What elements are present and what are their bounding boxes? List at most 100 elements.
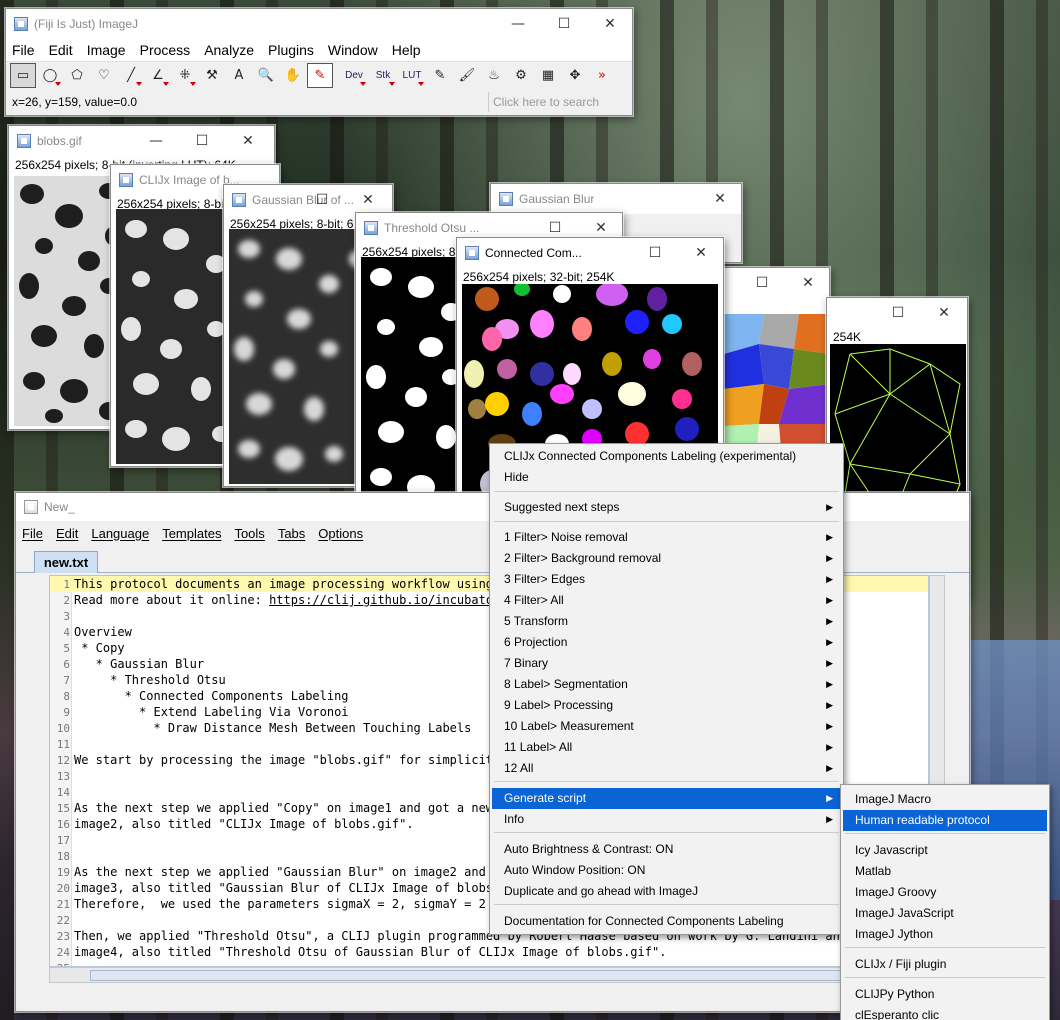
close-icon[interactable]: ✕ [345, 185, 391, 215]
close-icon[interactable]: ✕ [225, 126, 271, 156]
tool-lut-menu[interactable]: LUT [398, 63, 426, 88]
close-icon[interactable]: ✕ [587, 9, 633, 39]
maximize-icon[interactable]: ☐ [541, 9, 587, 39]
submenu-item-human-readable-protocol[interactable]: Human readable protocol [843, 810, 1047, 831]
maximize-icon[interactable]: ☐ [739, 268, 785, 298]
menu-item-auto-window-position-on[interactable]: Auto Window Position: ON [492, 860, 841, 881]
oval-tool-icon[interactable]: ◯ [37, 63, 63, 88]
editor-menu-tabs[interactable]: Tabs [278, 526, 305, 541]
menu-item-6-projection[interactable]: 6 Projection ▶ [492, 632, 841, 653]
menu-help[interactable]: Help [392, 42, 421, 58]
close-icon[interactable]: ✕ [785, 268, 831, 298]
menu-window[interactable]: Window [328, 42, 378, 58]
maximize-icon[interactable]: ☐ [632, 238, 678, 268]
close-icon[interactable]: ✕ [921, 298, 967, 328]
gaussian-titlebar[interactable]: Gaussian Blur of ... ☐ ✕ [224, 185, 392, 215]
tool-dev-menu[interactable]: Dev [340, 63, 368, 88]
gaussian-dialog-titlebar[interactable]: Gaussian Blur ✕ [491, 184, 741, 214]
close-icon[interactable]: ✕ [678, 238, 724, 268]
minimize-icon[interactable]: — [495, 9, 541, 39]
brush-tool-icon[interactable]: 🖌 [454, 63, 480, 88]
editor-menu-language[interactable]: Language [91, 526, 149, 541]
editor-menu-edit[interactable]: Edit [56, 526, 78, 541]
hand-tool-icon[interactable]: ✋ [280, 63, 306, 88]
close-icon[interactable]: ✕ [697, 184, 743, 214]
move-icon[interactable]: ✥ [562, 63, 588, 88]
menu-edit[interactable]: Edit [49, 42, 73, 58]
minimize-icon[interactable]: — [133, 126, 179, 156]
submenu-item-imagej-javascript[interactable]: ImageJ JavaScript [843, 903, 1047, 924]
search-field[interactable]: Click here to search [488, 92, 626, 112]
point-tool-icon[interactable]: ⁜ [172, 63, 198, 88]
editor-menu-tools[interactable]: Tools [234, 526, 264, 541]
rectangle-tool-icon[interactable]: ▭ [10, 63, 36, 88]
threshold-image[interactable] [361, 257, 466, 512]
menu-item-hide[interactable]: Hide [492, 467, 841, 488]
menu-item-clijx-connected-components-labeling-experimental[interactable]: CLIJx Connected Components Labeling (exp… [492, 446, 841, 467]
menu-item-1-filter-noise-removal[interactable]: 1 Filter> Noise removal ▶ [492, 527, 841, 548]
imagej-titlebar[interactable]: (Fiji Is Just) ImageJ — ☐ ✕ [6, 9, 632, 39]
menu-plugins[interactable]: Plugins [268, 42, 314, 58]
menu-item-documentation-for-connected-components-labeling[interactable]: Documentation for Connected Components L… [492, 911, 841, 932]
editor-menu-file[interactable]: File [22, 526, 43, 541]
line-number: 21 [56, 898, 70, 911]
submenu-item-matlab[interactable]: Matlab [843, 861, 1047, 882]
url-link[interactable]: https://clij.github.io/incubator/ [269, 593, 507, 607]
flood-fill-tool-icon[interactable]: ♨ [481, 63, 507, 88]
color-picker-icon[interactable]: ✎ [307, 63, 333, 88]
menu-item-4-filter-all[interactable]: 4 Filter> All ▶ [492, 590, 841, 611]
submenu-item-imagej-groovy[interactable]: ImageJ Groovy [843, 882, 1047, 903]
code-line[interactable]: 24 image4, also titled "Threshold Otsu of… [50, 944, 928, 960]
lut-icon[interactable]: ▦ [535, 63, 561, 88]
menu-image[interactable]: Image [87, 42, 126, 58]
menu-item-12-all[interactable]: 12 All ▶ [492, 758, 841, 779]
submenu-item-icy-javascript[interactable]: Icy Javascript [843, 840, 1047, 861]
connected-titlebar[interactable]: Connected Com... ☐ ✕ [457, 238, 723, 268]
menu-item-5-transform[interactable]: 5 Transform ▶ [492, 611, 841, 632]
more-tools-icon[interactable]: » [589, 63, 615, 88]
submenu-item-clijx-fiji-plugin[interactable]: CLIJx / Fiji plugin [843, 954, 1047, 975]
maximize-icon[interactable]: ☐ [299, 185, 345, 215]
voronoi-titlebar[interactable]: ☐ ✕ [719, 268, 829, 298]
menu-item-2-filter-background-removal[interactable]: 2 Filter> Background removal ▶ [492, 548, 841, 569]
menu-item-info[interactable]: Info ▶ [492, 809, 841, 830]
angle-tool-icon[interactable]: ∠ [145, 63, 171, 88]
menu-item-8-label-segmentation[interactable]: 8 Label> Segmentation ▶ [492, 674, 841, 695]
editor-menu-templates[interactable]: Templates [162, 526, 221, 541]
menu-analyze[interactable]: Analyze [204, 42, 254, 58]
tab-new-txt[interactable]: new.txt [34, 551, 98, 573]
menu-process[interactable]: Process [140, 42, 191, 58]
menu-file[interactable]: File [12, 42, 35, 58]
menu-item-duplicate-and-go-ahead-with-imagej[interactable]: Duplicate and go ahead with ImageJ [492, 881, 841, 902]
submenu-item-imagej-jython[interactable]: ImageJ Jython [843, 924, 1047, 945]
text-tool-icon[interactable]: A [226, 63, 252, 88]
horizontal-scrollbar[interactable] [49, 967, 929, 983]
menu-item-11-label-all[interactable]: 11 Label> All ▶ [492, 737, 841, 758]
submenu-item-imagej-macro[interactable]: ImageJ Macro [843, 789, 1047, 810]
menu-item-10-label-measurement[interactable]: 10 Label> Measurement ▶ [492, 716, 841, 737]
mesh-titlebar[interactable]: ☐ ✕ [827, 298, 967, 328]
pencil-tool-icon[interactable]: ✎ [427, 63, 453, 88]
menu-item-suggested-next-steps[interactable]: Suggested next steps ▶ [492, 497, 841, 518]
dropdown-indicator [190, 82, 196, 86]
blobs-titlebar[interactable]: blobs.gif — ☐ ✕ [9, 126, 274, 156]
maximize-icon[interactable]: ☐ [875, 298, 921, 328]
submenu-item-clijpy-python[interactable]: CLIJPy Python [843, 984, 1047, 1005]
tool-stk-menu[interactable]: Stk [369, 63, 397, 88]
polygon-tool-icon[interactable]: ⬠ [64, 63, 90, 88]
scroll-thumb[interactable] [90, 970, 850, 981]
menu-item-generate-script[interactable]: Generate script ▶ [492, 788, 841, 809]
submenu-item-clesperanto-clic[interactable]: clEsperanto clic [843, 1005, 1047, 1020]
editor-menu-options[interactable]: Options [318, 526, 363, 541]
freehand-tool-icon[interactable]: ♡ [91, 63, 117, 88]
menu-item-3-filter-edges[interactable]: 3 Filter> Edges ▶ [492, 569, 841, 590]
menu-item-7-binary[interactable]: 7 Binary ▶ [492, 653, 841, 674]
maximize-icon[interactable]: ☐ [179, 126, 225, 156]
menu-item-auto-brightness-contrast-on[interactable]: Auto Brightness & Contrast: ON [492, 839, 841, 860]
line-tool-icon[interactable]: ╱ [118, 63, 144, 88]
zoom-tool-icon[interactable]: 🔍 [253, 63, 279, 88]
wand-tool-icon[interactable]: ⚒ [199, 63, 225, 88]
code-line[interactable]: 25 [50, 960, 928, 966]
menu-item-9-label-processing[interactable]: 9 Label> Processing ▶ [492, 695, 841, 716]
magic-tool-icon[interactable]: ⚙ [508, 63, 534, 88]
